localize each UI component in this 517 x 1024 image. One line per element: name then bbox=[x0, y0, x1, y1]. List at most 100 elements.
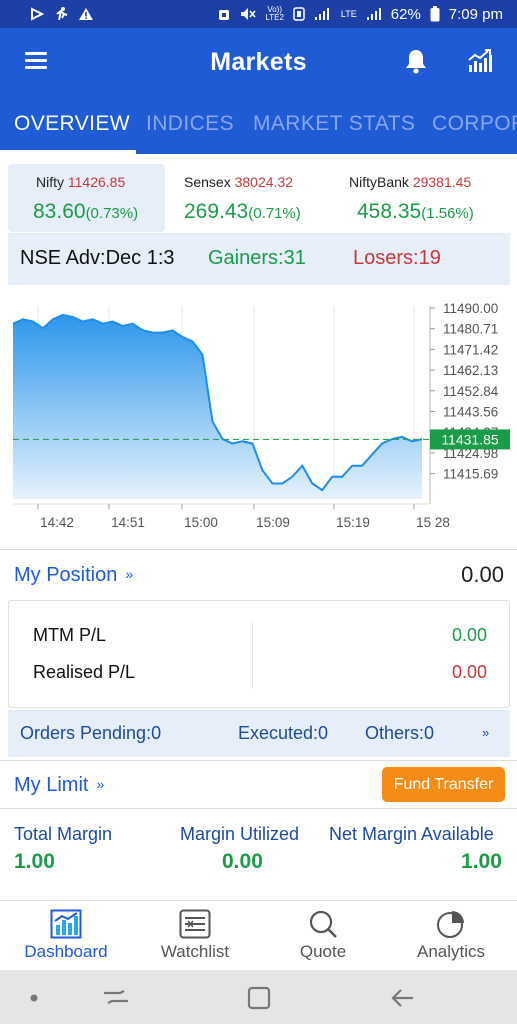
chart-icon[interactable] bbox=[466, 47, 494, 75]
status-right-icons: Vo)) LTE2 LTE 62% 7:09 pm bbox=[217, 6, 503, 23]
x-tick-label: 15:09 bbox=[256, 515, 290, 530]
x-tick-label: 15:00 bbox=[184, 515, 218, 530]
x-tick-label: 15:19 bbox=[336, 515, 370, 530]
chevron-right-icon: » bbox=[96, 776, 105, 792]
watchlist-icon bbox=[179, 909, 211, 939]
index-change: 83.60(0.73%) bbox=[33, 200, 138, 224]
dashboard-icon bbox=[50, 909, 82, 939]
tab-corporate[interactable]: CORPOR bbox=[432, 112, 517, 136]
losers-count: Losers:19 bbox=[353, 247, 441, 269]
recents-icon[interactable] bbox=[100, 970, 132, 1024]
y-tick-label: 11471.42 bbox=[443, 342, 498, 357]
my-position-title: My Position bbox=[14, 564, 118, 586]
data-icon bbox=[293, 7, 305, 21]
change-value: 83.60 bbox=[33, 200, 86, 223]
pl-summary-box: MTM P/L 0.00 Realised P/L 0.00 bbox=[8, 600, 510, 708]
bottom-nav: Dashboard Watchlist Quote Analytics bbox=[0, 900, 517, 970]
index-card-nifty[interactable]: Nifty 11426.85 83.60(0.73%) bbox=[8, 164, 165, 232]
app-bar: Markets bbox=[0, 28, 517, 96]
index-label: Nifty bbox=[36, 174, 64, 190]
divider bbox=[0, 808, 517, 809]
battery-icon bbox=[430, 6, 440, 22]
page-title: Markets bbox=[210, 47, 307, 76]
main-content: Nifty 11426.85 83.60(0.73%) Sensex 38024… bbox=[0, 154, 517, 970]
signal-2-icon bbox=[366, 8, 381, 20]
dot-icon[interactable] bbox=[22, 970, 46, 1024]
orders-executed: Executed:0 bbox=[238, 723, 329, 743]
quote-search-icon bbox=[309, 910, 337, 938]
total-margin-value: 1.00 bbox=[14, 850, 55, 873]
y-tick-label: 11480.71 bbox=[443, 322, 498, 337]
position-value: 0.00 bbox=[461, 562, 504, 587]
index-name: Sensex 38024.32 bbox=[184, 174, 293, 190]
tab-overview[interactable]: OVERVIEW bbox=[14, 112, 130, 136]
mute-icon bbox=[241, 8, 256, 20]
change-percent: (0.73%) bbox=[85, 205, 139, 222]
nav-quote[interactable]: Quote bbox=[259, 901, 387, 971]
index-label: Sensex bbox=[184, 174, 231, 190]
tab-bar: OVERVIEW INDICES MARKET STATS CORPOR bbox=[0, 96, 517, 154]
system-nav-bar bbox=[0, 970, 517, 1024]
x-tick-label: 14:51 bbox=[111, 515, 145, 530]
my-limit-header: My Limit » Fund Transfer bbox=[0, 762, 517, 810]
margin-utilized-value: 0.00 bbox=[222, 850, 263, 873]
total-margin-label: Total Margin bbox=[14, 824, 113, 844]
clock: 7:09 pm bbox=[448, 5, 503, 23]
y-tick-label: 11443.56 bbox=[443, 405, 498, 420]
warning-icon bbox=[79, 8, 93, 20]
home-icon[interactable] bbox=[244, 970, 274, 1024]
my-position-header: My Position » 0.00 bbox=[0, 550, 517, 598]
margin-summary-row: Total Margin 1.00 Margin Utilized 0.00 N… bbox=[0, 814, 517, 874]
status-bar: Vo)) LTE2 LTE 62% 7:09 pm bbox=[0, 0, 517, 28]
x-tick-label: 14:42 bbox=[40, 515, 74, 530]
analytics-pie-icon bbox=[437, 911, 464, 938]
change-value: 458.35 bbox=[357, 200, 422, 223]
my-limit-link[interactable]: My Limit » bbox=[14, 774, 104, 797]
orders-summary-row[interactable]: Orders Pending:0 Executed:0 Others:0 » bbox=[8, 710, 510, 757]
bell-icon[interactable] bbox=[404, 48, 428, 74]
nav-analytics[interactable]: Analytics bbox=[387, 901, 515, 971]
my-position-link[interactable]: My Position » bbox=[14, 564, 133, 587]
net-margin-label: Net Margin Available bbox=[329, 824, 494, 844]
intraday-chart[interactable]: 11490.00 11480.71 11471.42 11462.13 11452.84… bbox=[8, 294, 510, 544]
tab-market-stats[interactable]: MARKET STATS bbox=[253, 112, 415, 136]
divider bbox=[252, 621, 253, 689]
divider bbox=[0, 760, 517, 761]
gainers-count: Gainers:31 bbox=[208, 247, 306, 269]
volte-label: Vo)) LTE2 bbox=[265, 5, 284, 22]
change-value: 269.43 bbox=[184, 200, 249, 223]
index-value: 38024.32 bbox=[234, 174, 293, 190]
nse-advance-decline: NSE Adv:Dec 1:3 bbox=[20, 247, 175, 269]
index-card-sensex[interactable]: Sensex 38024.32 269.43(0.71%) bbox=[170, 164, 330, 232]
nav-dashboard[interactable]: Dashboard bbox=[2, 901, 130, 971]
nav-analytics-label: Analytics bbox=[416, 942, 486, 961]
realised-value: 0.00 bbox=[451, 662, 487, 682]
runner-icon bbox=[56, 7, 68, 21]
y-tick-label: 11490.00 bbox=[443, 301, 498, 316]
status-left-icons bbox=[30, 6, 94, 22]
chevron-right-icon: » bbox=[125, 566, 134, 582]
mtm-label: MTM P/L bbox=[33, 625, 107, 645]
play-icon bbox=[31, 7, 44, 21]
change-percent: (1.56%) bbox=[421, 205, 474, 222]
nav-watchlist[interactable]: Watchlist bbox=[131, 901, 259, 971]
orders-pending: Orders Pending:0 bbox=[20, 723, 162, 743]
change-percent: (0.71%) bbox=[248, 205, 301, 222]
tab-indices[interactable]: INDICES bbox=[146, 112, 234, 136]
nav-watchlist-label: Watchlist bbox=[160, 942, 230, 961]
margin-utilized-label: Margin Utilized bbox=[180, 824, 300, 844]
index-card-niftybank[interactable]: NiftyBank 29381.45 458.35(1.56%) bbox=[335, 164, 515, 232]
battery-percent: 62% bbox=[390, 5, 421, 23]
signal-icon bbox=[314, 8, 329, 20]
x-tick-label: 15 28 bbox=[416, 515, 450, 530]
orders-others: Others:0 bbox=[365, 723, 435, 743]
my-limit-title: My Limit bbox=[14, 774, 89, 796]
fund-transfer-button[interactable]: Fund Transfer bbox=[382, 767, 505, 802]
back-icon[interactable] bbox=[388, 970, 418, 1024]
alarm-icon bbox=[219, 10, 230, 20]
price-area bbox=[13, 314, 422, 499]
y-tick-label: 11462.13 bbox=[443, 363, 498, 378]
chevron-right-icon: » bbox=[482, 725, 490, 740]
index-name: NiftyBank 29381.45 bbox=[349, 174, 471, 190]
index-change: 458.35(1.56%) bbox=[357, 200, 474, 224]
